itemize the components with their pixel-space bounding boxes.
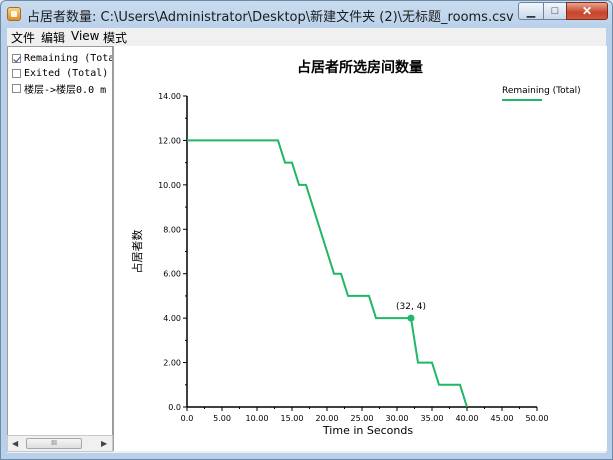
client-area: Remaining (Total) Exited (Total) 楼层->楼层0… bbox=[7, 44, 607, 453]
x-tick-label: 15.00 bbox=[281, 414, 304, 423]
series-label: Remaining (Total) bbox=[24, 52, 112, 64]
y-tick-label: 14.00 bbox=[158, 92, 181, 101]
window-title: 占居者数量: C:\Users\Administrator\Desktop\新建… bbox=[27, 10, 514, 25]
y-axis-label: 占居者数 bbox=[130, 230, 144, 274]
series-item-floor[interactable]: 楼层->楼层0.0 m bbox=[12, 81, 107, 96]
menu-bar: 文件 编辑 View 模式 bbox=[7, 28, 606, 45]
x-tick-label: 40.00 bbox=[456, 414, 479, 423]
series-checkbox-remaining[interactable] bbox=[12, 53, 21, 63]
horizontal-scrollbar[interactable]: ◀ III ▶ bbox=[7, 435, 113, 452]
x-tick-label: 5.00 bbox=[213, 414, 231, 423]
y-tick-label: 4.00 bbox=[163, 314, 181, 323]
chart-panel: 占居者所选房间数量 占居者数 Time in Seconds 0.0 5.00 10… bbox=[113, 46, 607, 451]
series-label: 楼层->楼层0.0 m bbox=[24, 84, 107, 96]
scroll-left-arrow-icon[interactable]: ◀ bbox=[12, 439, 18, 448]
y-tick-label: 6.00 bbox=[163, 270, 181, 279]
x-tick-label: 35.00 bbox=[421, 414, 444, 423]
y-tick-label: 10.00 bbox=[158, 181, 181, 190]
app-icon bbox=[7, 7, 21, 21]
x-tick-label: 25.00 bbox=[351, 414, 374, 423]
y-tick-label: 2.00 bbox=[163, 359, 181, 368]
y-tick-label: 0.0 bbox=[168, 403, 181, 412]
y-tick-label: 8.00 bbox=[163, 225, 181, 234]
menu-view[interactable]: View bbox=[71, 29, 99, 43]
x-tick-label: 0.0 bbox=[181, 414, 194, 423]
legend-label: Remaining (Total) bbox=[502, 86, 581, 96]
scroll-right-arrow-icon[interactable]: ▶ bbox=[101, 439, 107, 448]
annotation-label: (32, 4) bbox=[396, 302, 426, 312]
chart-title: 占居者所选房间数量 bbox=[297, 59, 423, 76]
app-window: 占居者数量: C:\Users\Administrator\Desktop\新建… bbox=[0, 0, 613, 460]
x-axis-label: Time in Seconds bbox=[322, 424, 413, 437]
x-tick-label: 50.00 bbox=[526, 414, 549, 423]
series-checkbox-exited[interactable] bbox=[12, 68, 21, 78]
title-bar[interactable]: 占居者数量: C:\Users\Administrator\Desktop\新建… bbox=[1, 1, 612, 28]
series-item-exited[interactable]: Exited (Total) bbox=[12, 66, 108, 80]
x-tick-label: 45.00 bbox=[491, 414, 514, 423]
series-checkbox-floor[interactable] bbox=[12, 83, 21, 93]
annotation-point bbox=[407, 314, 415, 322]
series-label: Exited (Total) bbox=[24, 67, 109, 79]
minimize-button[interactable]: ▁ bbox=[518, 2, 544, 20]
series-line-remaining bbox=[187, 139, 468, 408]
x-tick-label: 30.00 bbox=[386, 414, 409, 423]
series-item-remaining[interactable]: Remaining (Total) bbox=[12, 51, 112, 65]
x-tick-label: 20.00 bbox=[316, 414, 339, 423]
x-tick-label: 10.00 bbox=[246, 414, 269, 423]
scroll-thumb[interactable]: III bbox=[26, 438, 82, 449]
occupants-chart: 占居者所选房间数量 占居者数 Time in Seconds 0.0 5.00 10… bbox=[130, 59, 581, 437]
series-list-panel: Remaining (Total) Exited (Total) 楼层->楼层0… bbox=[7, 46, 113, 436]
y-tick-label: 12.00 bbox=[158, 136, 181, 145]
maximize-button[interactable]: □ bbox=[543, 2, 567, 20]
close-button[interactable]: ✕ bbox=[566, 2, 608, 20]
